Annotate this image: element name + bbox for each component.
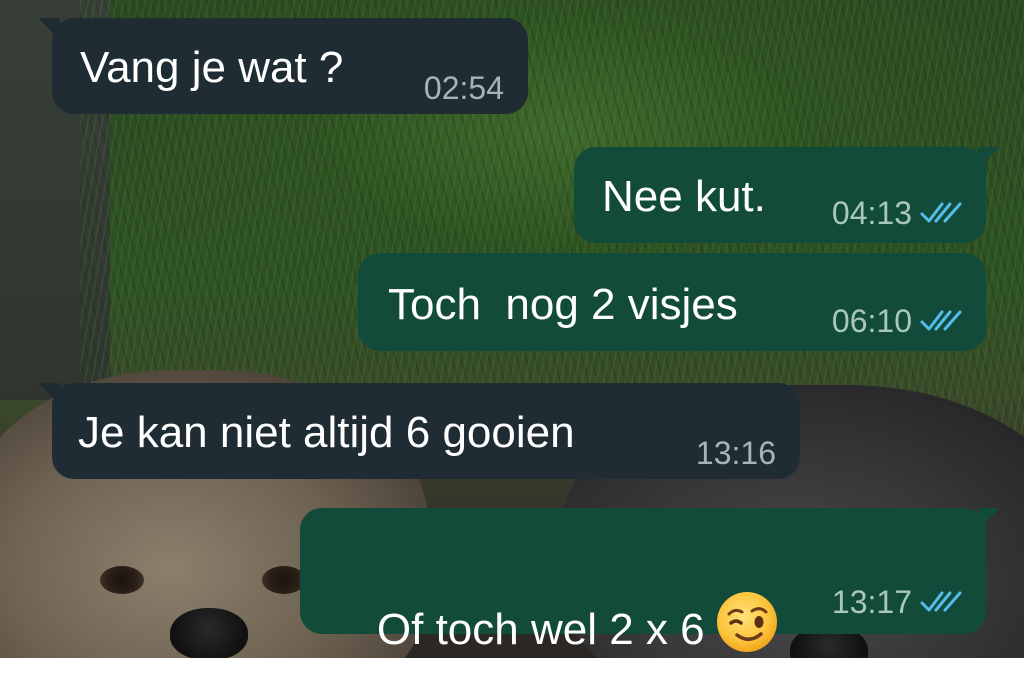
message-meta: 04:13	[832, 197, 964, 229]
double-check-icon	[920, 202, 962, 223]
message-outgoing[interactable]: Toch nog 2 visjes 06:10	[358, 253, 986, 351]
message-time: 04:13	[831, 195, 912, 231]
message-text: Je kan niet altijd 6 gooien	[78, 408, 575, 457]
message-text: Of toch wel 2 x 6	[328, 546, 779, 698]
winking-face-emoji-icon	[716, 592, 777, 652]
message-time: 06:10	[831, 303, 912, 339]
message-text: Toch nog 2 visjes	[388, 280, 738, 329]
message-meta: 06:10	[832, 305, 964, 337]
message-meta: 13:17	[832, 586, 964, 618]
message-text: Nee kut.	[602, 172, 766, 221]
message-time: 13:17	[831, 584, 912, 620]
message-incoming[interactable]: Je kan niet altijd 6 gooien 13:16	[38, 383, 800, 479]
message-text-content: Of toch wel 2 x 6	[376, 605, 705, 654]
wallpaper-dog-eye	[100, 566, 144, 594]
message-meta: 13:16	[696, 437, 776, 469]
wallpaper-dog-nose	[170, 608, 248, 658]
message-time: 02:54	[423, 70, 504, 106]
message-incoming[interactable]: Vang je wat ? 02:54	[38, 18, 528, 114]
message-text: Vang je wat ?	[80, 43, 344, 92]
message-meta: 02:54	[424, 72, 504, 104]
double-check-icon	[920, 591, 962, 612]
message-outgoing[interactable]: Of toch wel 2 x 6 13:17	[300, 508, 1000, 652]
message-outgoing[interactable]: Nee kut. 04:13	[574, 147, 1000, 243]
double-check-icon	[920, 310, 962, 331]
message-time: 13:16	[695, 435, 776, 471]
